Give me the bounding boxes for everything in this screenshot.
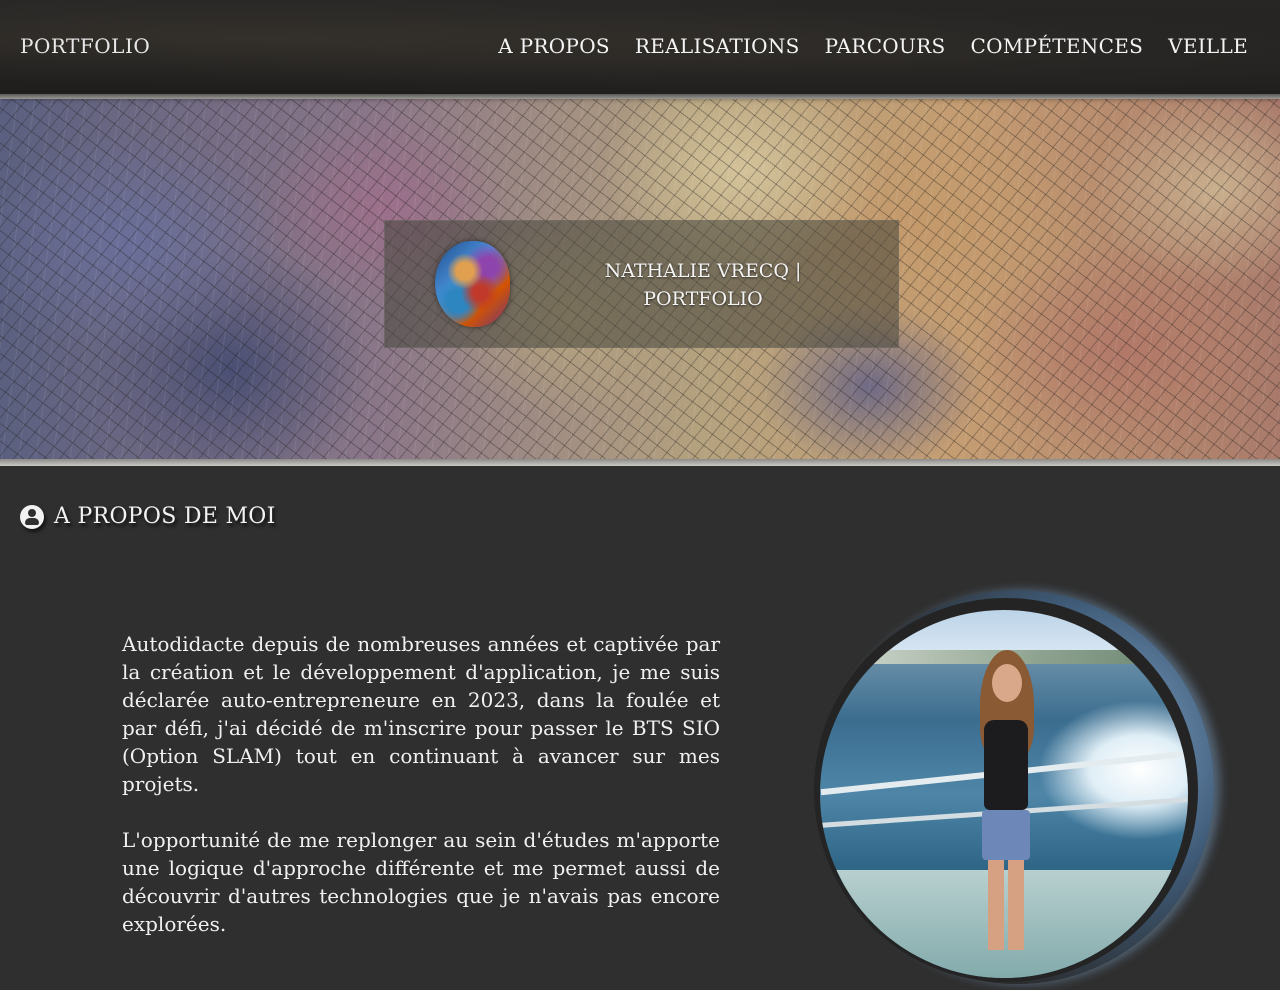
brand-link[interactable]: PORTFOLIO: [20, 34, 150, 58]
user-circle-icon: [20, 504, 44, 529]
hero-title-line2: PORTFOLIO: [643, 288, 763, 310]
mosaic-logo-icon: [435, 241, 510, 327]
nav-link-realisations[interactable]: REALISATIONS: [635, 34, 800, 58]
top-navbar: PORTFOLIO A PROPOS REALISATIONS PARCOURS…: [0, 0, 1280, 99]
nav-links: A PROPOS REALISATIONS PARCOURS COMPÉTENC…: [498, 34, 1248, 58]
about-text: Autodidacte depuis de nombreuses années …: [122, 630, 720, 966]
nav-link-a-propos[interactable]: A PROPOS: [498, 34, 610, 58]
nav-link-parcours[interactable]: PARCOURS: [825, 34, 946, 58]
about-heading: A PROPOS DE MOI: [20, 504, 276, 529]
about-title: A PROPOS DE MOI: [54, 504, 276, 529]
hero-divider: [0, 459, 1280, 466]
hero-title: NATHALIE VRECQ | PORTFOLIO: [593, 257, 813, 313]
about-paragraph-1: Autodidacte depuis de nombreuses années …: [122, 632, 720, 796]
hero-title-line1: NATHALIE VRECQ |: [604, 260, 802, 282]
profile-photo: [820, 610, 1188, 978]
about-paragraph-2: L'opportunité de me replonger au sein d'…: [122, 828, 720, 936]
nav-link-veille[interactable]: VEILLE: [1168, 34, 1248, 58]
portrait-frame: [814, 590, 1220, 990]
hero-title-card: NATHALIE VRECQ | PORTFOLIO: [384, 220, 899, 348]
nav-link-competences[interactable]: COMPÉTENCES: [971, 34, 1144, 58]
